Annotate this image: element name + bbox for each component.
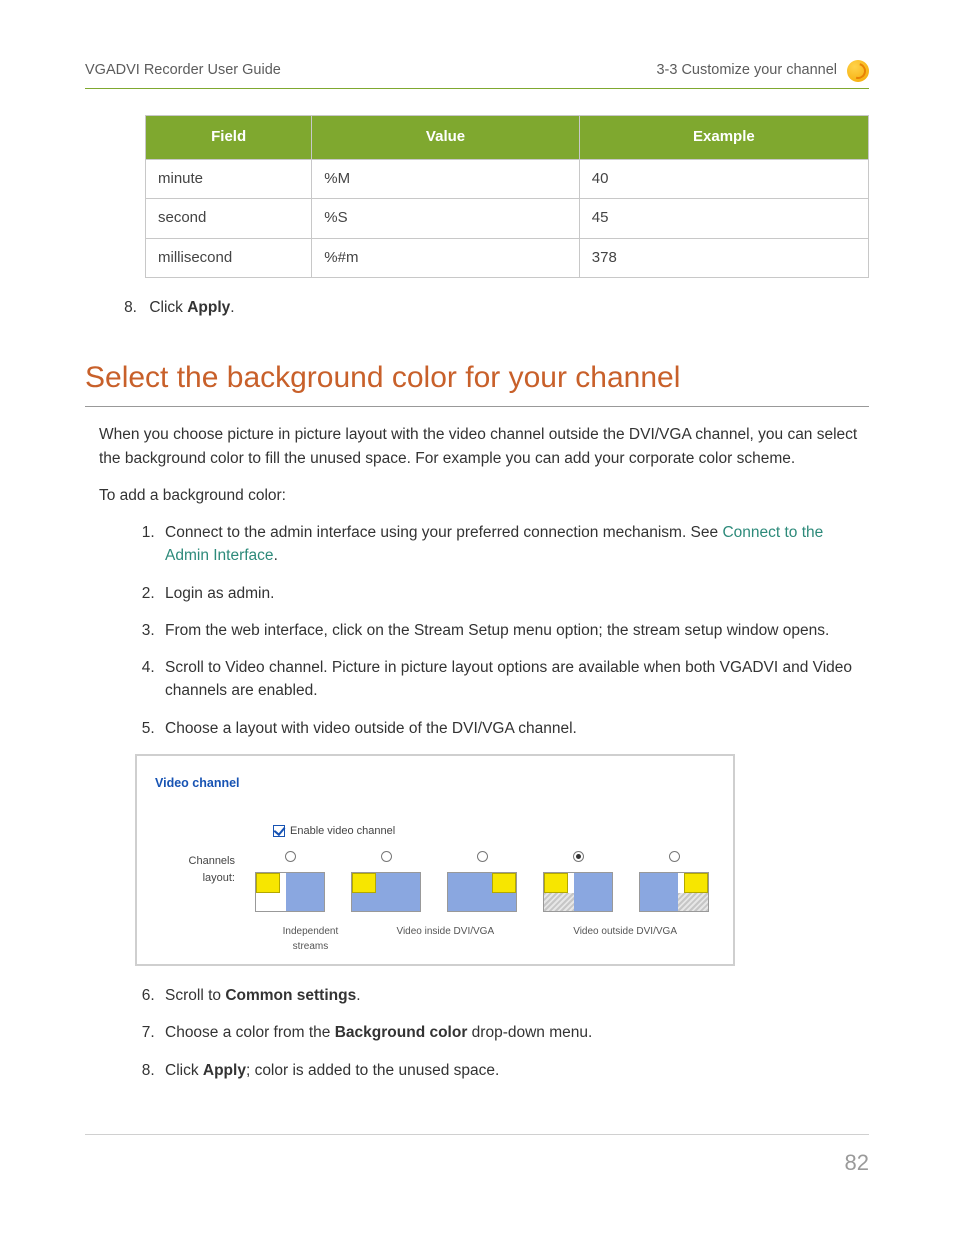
cell-value: %#m: [312, 238, 580, 278]
cell-example: 378: [579, 238, 868, 278]
layout-thumb-inside-1: [351, 872, 421, 912]
layout-thumb-independent: [255, 872, 325, 912]
brand-logo-icon: [847, 60, 869, 82]
layouts-label: Channels layout:: [155, 851, 249, 886]
step-item: Login as admin.: [159, 582, 869, 605]
step-text-prefix: Scroll to: [165, 987, 225, 1004]
group-label-independent: Independent streams: [266, 924, 356, 954]
enable-video-label: Enable video channel: [290, 823, 395, 840]
group-label-outside: Video outside DVI/VGA: [535, 924, 715, 954]
layout-radio-outside-1[interactable]: [573, 851, 584, 862]
layout-radio-inside-2[interactable]: [477, 851, 488, 862]
cell-field: minute: [146, 159, 312, 199]
group-label-inside: Video inside DVI/VGA: [355, 924, 535, 954]
cell-value: %M: [312, 159, 580, 199]
step-text-suffix: .: [356, 987, 360, 1004]
table-row: minute %M 40: [146, 159, 869, 199]
table-row: second %S 45: [146, 199, 869, 239]
cell-field: second: [146, 199, 312, 239]
layout-radio-inside-1[interactable]: [381, 851, 392, 862]
step-item: From the web interface, click on the Str…: [159, 619, 869, 642]
step-item: Scroll to Common settings.: [159, 984, 869, 1007]
step-text-suffix: .: [230, 299, 234, 316]
step-item: Choose a layout with video outside of th…: [159, 717, 869, 740]
video-channel-panel: Video channel Enable video channel Chann…: [135, 754, 735, 966]
th-field: Field: [146, 116, 312, 160]
step-item: Scroll to Video channel. Picture in pict…: [159, 656, 869, 703]
step-text-prefix: Choose a color from the: [165, 1024, 335, 1041]
enable-video-checkbox[interactable]: [273, 825, 285, 837]
step-item: Connect to the admin interface using you…: [159, 521, 869, 568]
section-breadcrumb: 3-3 Customize your channel: [656, 60, 837, 82]
step-text-prefix: Connect to the admin interface using you…: [165, 524, 722, 541]
layout-thumb-inside-2: [447, 872, 517, 912]
step-text-bold: Apply: [203, 1062, 246, 1079]
guide-title: VGADVI Recorder User Guide: [85, 60, 281, 82]
intro-paragraph: When you choose picture in picture layou…: [99, 423, 869, 470]
cell-example: 45: [579, 199, 868, 239]
step-text-suffix: ; color is added to the unused space.: [246, 1062, 499, 1079]
step-text-suffix: drop-down menu.: [467, 1024, 592, 1041]
step-text-prefix: Click: [149, 299, 187, 316]
page-number: 82: [845, 1146, 869, 1179]
panel-title: Video channel: [155, 774, 715, 793]
layout-thumb-outside-2: [639, 872, 709, 912]
format-codes-table: Field Value Example minute %M 40 second …: [145, 115, 869, 278]
cell-value: %S: [312, 199, 580, 239]
th-example: Example: [579, 116, 868, 160]
step-text-prefix: Click: [165, 1062, 203, 1079]
cell-example: 40: [579, 159, 868, 199]
step-text-bold: Apply: [187, 299, 230, 316]
footer-divider: [85, 1134, 869, 1135]
step-8-continue: 8. Click Apply.: [113, 296, 869, 319]
step-text-bold: Background color: [335, 1024, 468, 1041]
step-number: 8.: [113, 296, 137, 319]
cell-field: millisecond: [146, 238, 312, 278]
step-item: Click Apply; color is added to the unuse…: [159, 1059, 869, 1082]
step-text-bold: Common settings: [225, 987, 356, 1004]
page-header: VGADVI Recorder User Guide 3-3 Customize…: [85, 60, 869, 89]
th-value: Value: [312, 116, 580, 160]
intro-lead: To add a background color:: [99, 484, 869, 507]
layout-radio-independent[interactable]: [285, 851, 296, 862]
layout-thumb-outside-1: [543, 872, 613, 912]
section-heading: Select the background color for your cha…: [85, 355, 869, 407]
table-row: millisecond %#m 378: [146, 238, 869, 278]
step-item: Choose a color from the Background color…: [159, 1021, 869, 1044]
layout-radio-outside-2[interactable]: [669, 851, 680, 862]
step-text-suffix: .: [274, 547, 278, 564]
